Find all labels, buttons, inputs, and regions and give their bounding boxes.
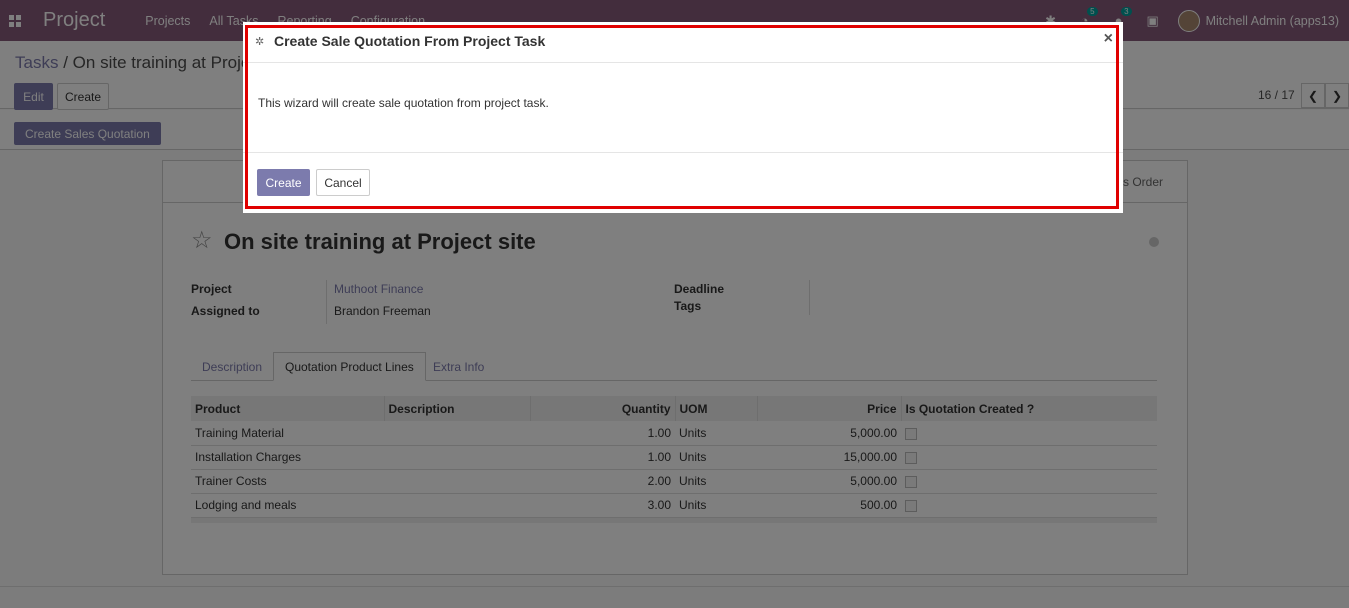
close-icon[interactable]: × <box>1104 30 1113 48</box>
dialog-cancel-button[interactable]: Cancel <box>316 169 370 196</box>
dialog-create-button[interactable]: Create <box>257 169 310 196</box>
dialog-body-text: This wizard will create sale quotation f… <box>258 96 549 110</box>
dialog-title: Create Sale Quotation From Project Task <box>274 33 546 49</box>
create-sale-quotation-dialog: ✲ Create Sale Quotation From Project Tas… <box>243 22 1123 213</box>
debug-bug-icon[interactable]: ✲ <box>255 35 264 48</box>
dialog-footer: Create Cancel <box>243 152 1123 213</box>
dialog-header: ✲ Create Sale Quotation From Project Tas… <box>243 22 1123 63</box>
